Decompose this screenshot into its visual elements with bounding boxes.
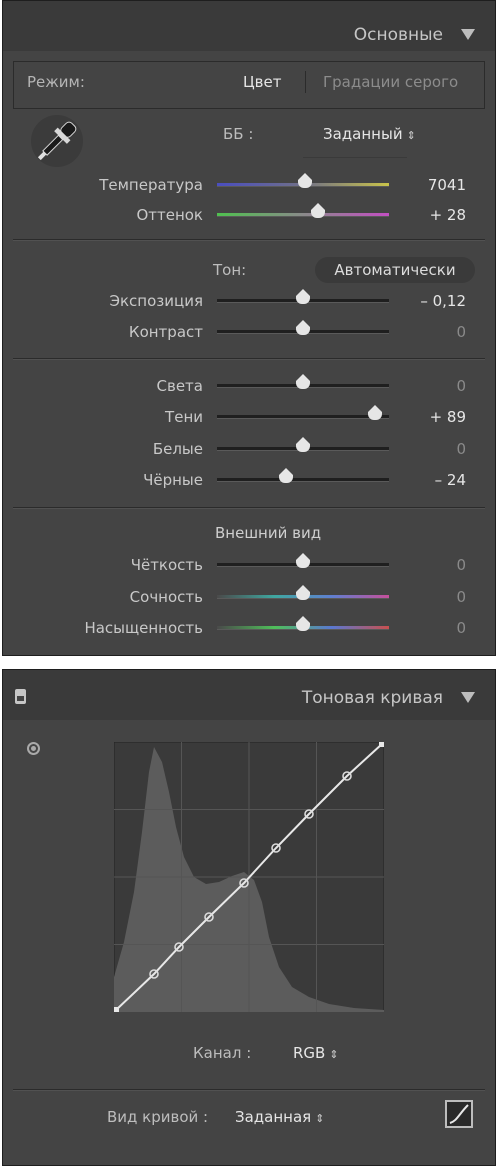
contrast-slider[interactable] [217, 320, 389, 335]
tone-curve-header[interactable]: Тоновая кривая [3, 670, 495, 720]
presence-heading: Внешний вид [215, 524, 322, 542]
clarity-label: Чёткость [130, 556, 203, 574]
clarity-value[interactable]: 0 [398, 556, 466, 574]
highlights-label: Света [156, 377, 203, 395]
section-divider [13, 1089, 485, 1091]
wb-underline [303, 157, 407, 158]
basic-panel-header[interactable]: Основные [3, 1, 495, 51]
saturation-value[interactable]: 0 [398, 619, 466, 637]
wb-value: Заданный [323, 125, 403, 143]
temperature-slider[interactable] [217, 173, 389, 188]
collapse-triangle-icon[interactable] [461, 29, 475, 40]
tone-curve-title: Тоновая кривая [301, 688, 443, 708]
basic-panel-title: Основные [353, 25, 443, 45]
point-curve-select[interactable]: Заданная ⇕ [235, 1108, 324, 1126]
blacks-value[interactable]: – 24 [398, 471, 466, 489]
section-divider [13, 358, 485, 360]
tint-label: Оттенок [136, 206, 203, 224]
temperature-label: Температура [99, 176, 203, 194]
tint-slider[interactable] [217, 203, 389, 218]
shadows-value[interactable]: + 89 [398, 408, 466, 426]
tone-label: Тон: [213, 261, 247, 279]
eyedropper-icon[interactable] [27, 113, 87, 171]
contrast-value[interactable]: 0 [398, 323, 466, 341]
tone-curve-panel: Тоновая кривая Канал : RGB ⇕ Вид кривой … [2, 669, 496, 1166]
blacks-label: Чёрные [143, 471, 203, 489]
panel-switch-icon[interactable] [15, 689, 26, 704]
whites-label: Белые [152, 440, 203, 458]
tone-curve-graph[interactable] [114, 742, 384, 1012]
curve-endpoint [114, 1007, 119, 1012]
vibrance-value[interactable]: 0 [398, 588, 466, 606]
clarity-slider[interactable] [217, 553, 389, 568]
exposure-label: Экспозиция [109, 292, 203, 310]
highlights-slider[interactable] [217, 374, 389, 389]
wb-label: ББ : [223, 125, 254, 143]
channel-select[interactable]: RGB ⇕ [293, 1044, 339, 1062]
wb-select[interactable]: Заданный ⇕ [323, 125, 416, 143]
point-curve-label: Вид кривой : [107, 1108, 209, 1126]
collapse-triangle-icon[interactable] [461, 692, 475, 703]
section-divider [13, 507, 485, 509]
select-arrows-icon: ⇕ [406, 129, 416, 142]
auto-tone-button[interactable]: Автоматически [315, 257, 475, 283]
mode-grayscale-option[interactable]: Градации серого [323, 73, 458, 91]
mode-label: Режим: [27, 73, 85, 91]
section-divider [13, 239, 485, 241]
point-curve-value: Заданная [235, 1108, 312, 1126]
vibrance-slider[interactable] [217, 585, 389, 600]
channel-label: Канал : [193, 1044, 252, 1062]
vibrance-label: Сочность [129, 588, 203, 606]
channel-value: RGB [293, 1044, 326, 1062]
blacks-slider[interactable] [217, 468, 389, 483]
exposure-slider[interactable] [217, 289, 389, 304]
highlights-value[interactable]: 0 [398, 377, 466, 395]
shadows-label: Тени [165, 408, 203, 426]
curve-edit-icon[interactable] [445, 1100, 473, 1128]
curve-endpoint [379, 742, 384, 747]
mode-divider [305, 71, 306, 93]
saturation-slider[interactable] [217, 616, 389, 631]
whites-value[interactable]: 0 [398, 440, 466, 458]
select-arrows-icon: ⇕ [329, 1048, 339, 1061]
contrast-label: Контраст [128, 323, 203, 341]
tint-value[interactable]: + 28 [398, 206, 466, 224]
temperature-value[interactable]: 7041 [398, 176, 466, 194]
select-arrows-icon: ⇕ [315, 1112, 325, 1125]
exposure-value[interactable]: – 0,12 [398, 292, 466, 310]
shadows-slider[interactable] [217, 405, 389, 420]
whites-slider[interactable] [217, 437, 389, 452]
basic-panel: Основные Режим: Цвет Градации серого ББ … [2, 0, 496, 656]
mode-color-option[interactable]: Цвет [243, 73, 281, 91]
target-adjust-icon[interactable] [27, 742, 40, 755]
saturation-label: Насыщенность [84, 619, 203, 637]
